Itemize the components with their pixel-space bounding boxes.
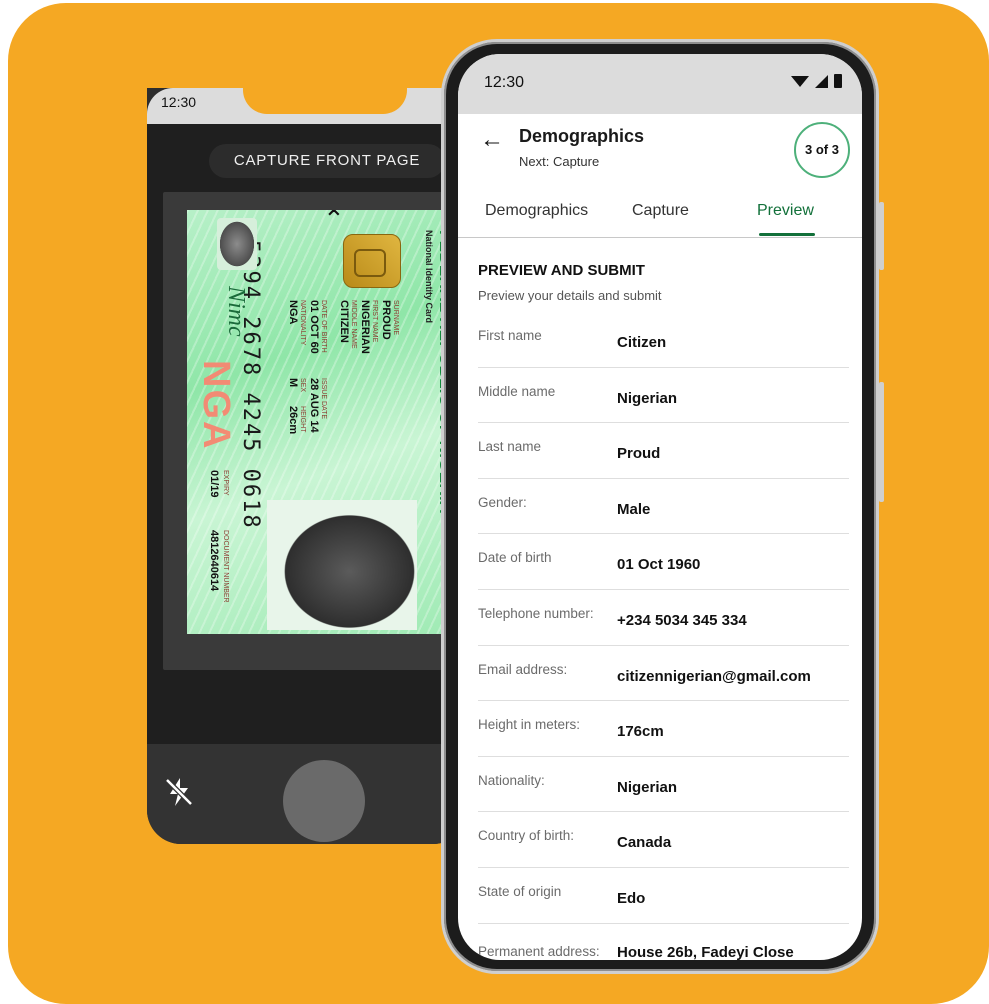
card-chip bbox=[343, 234, 401, 288]
camera-controls bbox=[147, 744, 467, 844]
page-title: Demographics bbox=[519, 126, 645, 146]
capture-instruction: CAPTURE FRONT PAGE bbox=[209, 144, 445, 178]
tab-demographics[interactable]: Demographics bbox=[485, 202, 588, 220]
id-card-subtitle: National Identity Card bbox=[424, 230, 434, 324]
section-subtitle: Preview your details and submit bbox=[478, 288, 662, 303]
detail-row-permanent-address: Permanent address: House 26b, Fadeyi Clo… bbox=[478, 924, 849, 960]
flash-off-icon[interactable] bbox=[161, 774, 197, 810]
field-value: 01 Oct 1960 bbox=[617, 556, 701, 574]
field-value: Nigerian bbox=[617, 389, 678, 407]
field-label: Permanent address: bbox=[478, 943, 600, 959]
portrait-thumbnail bbox=[217, 218, 257, 270]
detail-row-country-of-birth: Country of birth: Canada bbox=[478, 812, 849, 868]
field-value: Citizen bbox=[617, 334, 667, 351]
field-value: citizennigerian@gmail.com bbox=[617, 667, 811, 685]
field-label: Nationality: bbox=[478, 772, 545, 788]
volume-button bbox=[879, 202, 884, 270]
status-time: 12:30 bbox=[161, 94, 197, 110]
section-title: PREVIEW AND SUBMIT bbox=[478, 262, 645, 279]
field-value: +234 5034 345 334 bbox=[617, 611, 747, 629]
back-arrow-icon[interactable]: ← bbox=[480, 126, 504, 154]
field-label: Height in meters: bbox=[478, 717, 581, 733]
detail-row-nationality: Nationality: Nigerian bbox=[478, 757, 849, 813]
nga-watermark: NGA bbox=[195, 360, 237, 451]
detail-row-email: Email address: citizennigerian@gmail.com bbox=[478, 646, 849, 702]
active-tab-indicator bbox=[759, 233, 815, 236]
next-step-label: Next: Capture bbox=[519, 154, 600, 169]
field-label: State of origin bbox=[478, 883, 562, 899]
field-value: Canada bbox=[617, 834, 672, 852]
field-value: Male bbox=[617, 500, 651, 518]
wifi-icon bbox=[791, 75, 809, 87]
phone-screen: 12:30 ← Demographics Next: Capture 3 of … bbox=[458, 54, 862, 960]
field-value: 176cm bbox=[617, 723, 664, 741]
status-time: 12:30 bbox=[484, 74, 525, 91]
detail-row-first-name: First name Citizen bbox=[478, 312, 849, 368]
id-card-image: FEDERAL REPUBLIC OF NIGERIA National Ide… bbox=[187, 210, 457, 634]
detail-row-date-of-birth: Date of birth 01 Oct 1960 bbox=[478, 534, 849, 590]
detail-row-telephone: Telephone number: +234 5034 345 334 bbox=[478, 590, 849, 646]
id-number: 5394 2678 4245 0618 bbox=[238, 240, 263, 530]
portrait-photo bbox=[267, 500, 417, 630]
nimc-logo: Nimc bbox=[223, 286, 249, 337]
detail-row-gender: Gender: Male bbox=[478, 479, 849, 535]
step-progress-indicator: 3 of 3 bbox=[794, 122, 850, 178]
power-button bbox=[879, 382, 884, 502]
detail-row-height: Height in meters: 176cm bbox=[478, 701, 849, 757]
field-label: Email address: bbox=[478, 661, 568, 677]
battery-icon bbox=[834, 74, 842, 88]
field-label: First name bbox=[478, 328, 542, 343]
shutter-button[interactable] bbox=[283, 760, 365, 842]
field-label: Middle name bbox=[478, 383, 556, 399]
chevron-up-icon: ⌃ bbox=[323, 210, 345, 234]
detail-row-state-of-origin: State of origin Edo bbox=[478, 868, 849, 924]
id-fields: SURNAME PROUD FIRST NAME NIGERIAN MIDDLE… bbox=[338, 300, 399, 354]
field-label: Telephone number: bbox=[478, 605, 594, 621]
phone-notch bbox=[243, 88, 407, 114]
tab-capture[interactable]: Capture bbox=[632, 202, 689, 220]
field-label: Date of birth bbox=[478, 550, 552, 566]
field-value: House 26b, Fadeyi Close bbox=[617, 943, 794, 960]
signal-icon bbox=[815, 74, 828, 88]
field-label: Last name bbox=[478, 439, 542, 455]
status-bar: 12:30 bbox=[458, 54, 862, 114]
field-value: Nigerian bbox=[617, 778, 678, 796]
field-label: Country of birth: bbox=[478, 828, 575, 844]
field-value: Proud bbox=[617, 445, 661, 463]
tab-bar: Demographics Capture Preview bbox=[458, 190, 862, 238]
field-value: Edo bbox=[617, 889, 646, 907]
tab-preview[interactable]: Preview bbox=[757, 202, 814, 220]
detail-row-last-name: Last name Proud bbox=[478, 423, 849, 479]
app-header: ← Demographics Next: Capture 3 of 3 bbox=[458, 114, 862, 178]
preview-details-list: First name Citizen Middle name Nigerian … bbox=[478, 312, 849, 960]
detail-row-middle-name: Middle name Nigerian bbox=[478, 368, 849, 424]
camera-phone: 12:30 CAPTURE FRONT PAGE FEDERAL REPUBLI… bbox=[147, 88, 467, 844]
preview-phone: 12:30 ← Demographics Next: Capture 3 of … bbox=[441, 39, 884, 974]
field-label: Gender: bbox=[478, 494, 527, 510]
